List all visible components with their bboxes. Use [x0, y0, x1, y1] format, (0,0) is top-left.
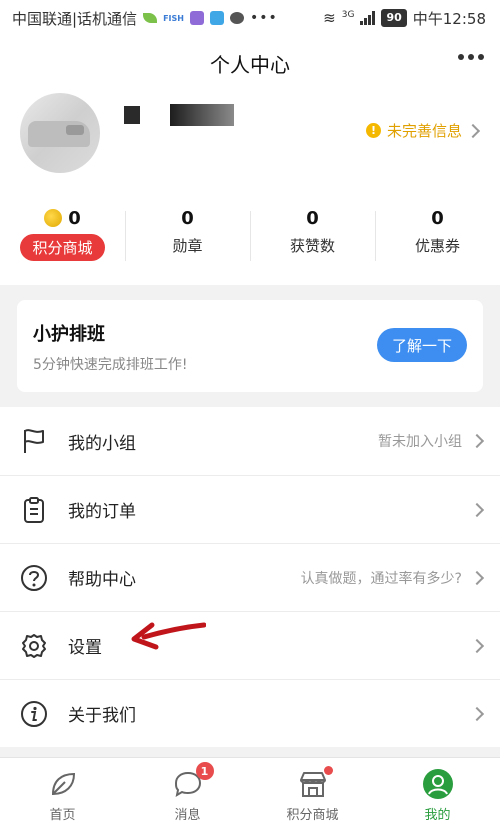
menu-item-help-center[interactable]: 帮助中心 认真做题，通过率有多少? — [0, 543, 500, 611]
stat-label: 勋章 — [172, 237, 203, 255]
menu-item-right — [462, 638, 485, 653]
chevron-right-icon — [465, 123, 481, 138]
menu-item-hint: 暂未加入小组 — [378, 434, 462, 450]
chevron-right-icon — [469, 570, 485, 585]
wifi-icon: ≋ — [323, 9, 336, 27]
nav-home[interactable]: 首页 — [0, 758, 125, 829]
stat-value: 0 — [68, 207, 81, 229]
menu-item-right: 认真做题，通过率有多少? — [300, 568, 485, 588]
incomplete-info-link[interactable]: ! 未完善信息 — [365, 120, 481, 141]
stat-value: 0 — [181, 207, 194, 229]
incomplete-info-label: 未完善信息 — [386, 122, 462, 140]
coin-icon — [44, 209, 63, 227]
message-count-badge: 1 — [195, 762, 214, 780]
nav-label: 消息 — [174, 808, 201, 823]
status-left: 中国联通|话机通信 FISH ••• — [12, 8, 278, 29]
menu-item-my-orders[interactable]: 我的订单 — [0, 475, 500, 543]
flag-icon — [18, 425, 50, 457]
status-bar: 中国联通|话机通信 FISH ••• ≋ 3G 90 中午12:58 — [0, 0, 500, 36]
nav-label: 积分商城 — [286, 808, 339, 823]
gear-icon — [18, 630, 50, 662]
menu-item-right: 暂未加入小组 — [378, 431, 485, 451]
leaf-notification-icon — [143, 13, 158, 23]
stat-points-mall[interactable]: 0 积分商城 — [0, 205, 125, 265]
nav-messages[interactable]: 1 消息 — [125, 758, 250, 829]
stats-row: 0 积分商城 0 勋章 0 获赞数 0 优惠券 — [0, 195, 500, 285]
page-title: 个人中心 — [210, 52, 290, 77]
learn-more-button[interactable]: 了解一下 — [377, 328, 467, 362]
nav-points-mall[interactable]: 积分商城 — [250, 758, 375, 829]
network-type: 3G — [341, 9, 355, 20]
menu-item-settings[interactable]: 设置 — [0, 611, 500, 679]
clipboard-icon — [18, 494, 50, 526]
signal-icon — [360, 11, 376, 25]
avatar-car-image — [28, 121, 90, 147]
menu-item-label: 关于我们 — [68, 706, 136, 726]
carrier-label: 中国联通|话机通信 — [12, 9, 138, 28]
more-options-icon[interactable] — [458, 54, 484, 60]
nav-label: 首页 — [49, 808, 76, 823]
avatar[interactable] — [20, 93, 100, 173]
menu-item-label: 帮助中心 — [68, 570, 136, 590]
stat-value: 0 — [306, 207, 319, 229]
profile-section: ! 未完善信息 — [0, 90, 500, 195]
header: 个人中心 — [0, 36, 500, 90]
chevron-right-icon — [469, 502, 485, 517]
message-notification-icon — [229, 12, 244, 24]
menu-item-label: 我的订单 — [68, 502, 136, 522]
shield-notification-icon — [209, 11, 224, 25]
banner-area: 小护排班 5分钟快速完成排班工作! 了解一下 — [0, 285, 500, 407]
battery-indicator: 90 — [381, 9, 407, 27]
stat-points-value-wrap: 0 — [44, 205, 81, 231]
more-notifications-icon: ••• — [249, 10, 278, 26]
clock: 中午12:58 — [412, 9, 486, 28]
menu-item-my-group[interactable]: 我的小组 暂未加入小组 — [0, 407, 500, 475]
username-redacted — [124, 104, 234, 126]
nav-label: 我的 — [424, 808, 451, 823]
nav-me[interactable]: 我的 — [375, 758, 500, 829]
scheduling-banner[interactable]: 小护排班 5分钟快速完成排班工作! 了解一下 — [17, 300, 483, 392]
menu-item-right — [462, 502, 485, 517]
menu-item-about-us[interactable]: 关于我们 — [0, 679, 500, 747]
stat-likes[interactable]: 0 获赞数 — [250, 205, 375, 265]
app-notification-icon — [189, 11, 204, 25]
stat-coupons[interactable]: 0 优惠券 — [375, 205, 500, 265]
stat-label: 获赞数 — [289, 237, 335, 255]
stat-medals[interactable]: 0 勋章 — [125, 205, 250, 265]
warning-icon: ! — [365, 123, 381, 138]
chevron-right-icon — [469, 638, 485, 653]
info-icon — [18, 698, 50, 730]
chevron-right-icon — [469, 706, 485, 721]
fish-notification-icon: FISH — [163, 13, 184, 23]
menu-item-label: 我的小组 — [68, 433, 136, 454]
menu-list: 我的小组 暂未加入小组 我的订单 帮助中心 认真做题，通过率有多少? 设置 关于… — [0, 407, 500, 747]
annotation-arrow — [131, 622, 206, 650]
chevron-right-icon — [469, 433, 485, 449]
status-right: ≋ 3G 90 中午12:58 — [323, 8, 486, 29]
store-icon — [297, 766, 333, 800]
bottom-nav: 首页 1 消息 积分商城 我的 — [0, 757, 500, 829]
banner-title: 小护排班 — [33, 324, 105, 345]
banner-subtitle: 5分钟快速完成排班工作! — [33, 357, 188, 373]
user-icon — [422, 768, 454, 800]
menu-item-hint: 认真做题，通过率有多少? — [300, 570, 462, 587]
help-icon — [18, 562, 50, 594]
chat-icon: 1 — [172, 762, 214, 800]
points-mall-button[interactable]: 积分商城 — [20, 234, 105, 261]
store-dot-badge — [323, 766, 333, 775]
menu-item-label: 设置 — [68, 638, 102, 658]
stat-label: 优惠券 — [414, 237, 460, 255]
leaf-icon — [47, 768, 79, 800]
menu-item-right — [462, 706, 485, 721]
stat-value: 0 — [431, 207, 444, 229]
